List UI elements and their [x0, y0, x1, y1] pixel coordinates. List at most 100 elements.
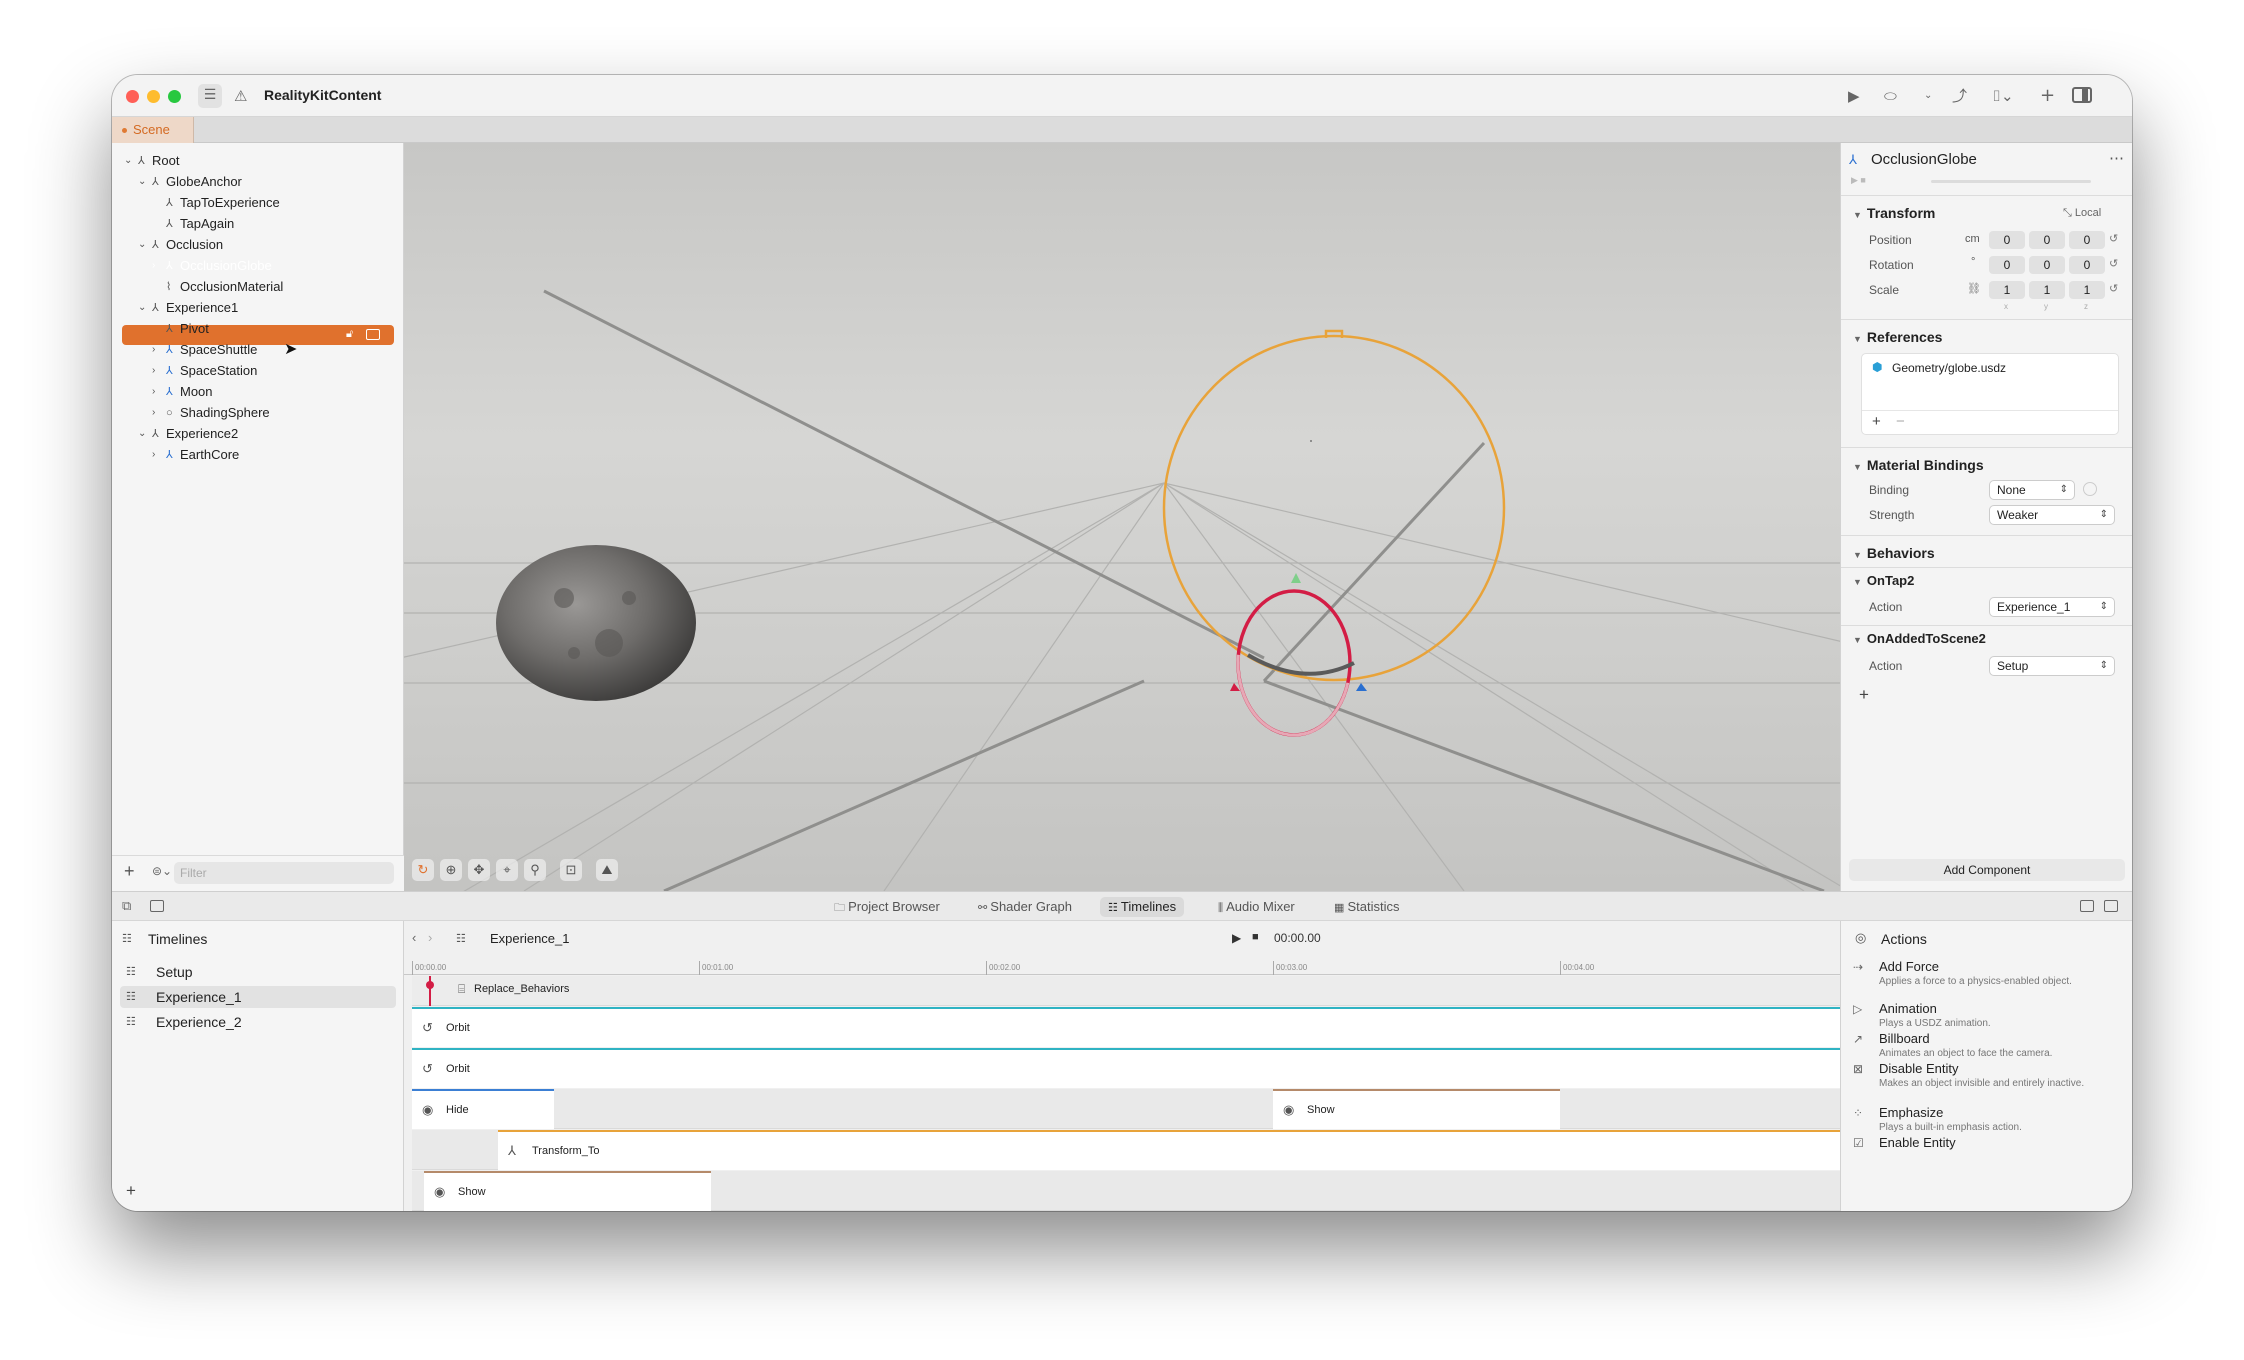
- behaviors-header[interactable]: ▼ Behaviors: [1853, 545, 1935, 561]
- playhead-knob[interactable]: [426, 981, 434, 989]
- chevron-down-icon[interactable]: ⌄: [138, 298, 146, 318]
- clip-label[interactable]: Replace_Behaviors: [474, 983, 569, 995]
- binding-info-icon[interactable]: [2083, 482, 2097, 496]
- zoom-tool-icon[interactable]: ⚲: [524, 859, 546, 881]
- timeline-list-item[interactable]: ☷ Experience_1: [120, 986, 396, 1008]
- sidebar-toggle-icon[interactable]: [150, 900, 164, 912]
- chevron-right-icon[interactable]: ›: [152, 382, 155, 402]
- tab-project-browser[interactable]: 🗀︎ Project Browser: [826, 897, 948, 917]
- y-axis-handle[interactable]: [1291, 573, 1301, 583]
- rotation-z-field[interactable]: 0: [2069, 256, 2105, 274]
- hierarchy-item[interactable]: › ⅄ EarthCore: [112, 445, 404, 465]
- camera-tool-icon[interactable]: ⊡: [560, 859, 582, 881]
- timeline-stop-icon[interactable]: ■: [1252, 931, 1259, 943]
- position-y-field[interactable]: 0: [2029, 231, 2065, 249]
- panel-layout-icon[interactable]: [2080, 900, 2094, 912]
- add-entity-button[interactable]: +: [124, 861, 135, 882]
- minimize-button[interactable]: [147, 90, 160, 103]
- action-item[interactable]: ⁘ Emphasize Plays a built-in emphasis acti…: [1853, 1105, 2119, 1134]
- hierarchy-item[interactable]: › ⅄ SpaceStation: [112, 361, 404, 381]
- reset-rotation-icon[interactable]: ↺: [2109, 257, 2118, 270]
- reset-scale-icon[interactable]: ↺: [2109, 282, 2118, 295]
- rotation-x-field[interactable]: 0: [1989, 256, 2025, 274]
- chevron-down-icon[interactable]: ⌄: [138, 424, 146, 444]
- moon-model[interactable]: [496, 545, 696, 701]
- ontap-action-select[interactable]: Experience_1 ⇕: [1989, 597, 2115, 617]
- show-clip[interactable]: ◉ Show: [1273, 1089, 1560, 1129]
- action-item[interactable]: ☑ Enable Entity: [1853, 1135, 2119, 1150]
- focus-tool-icon[interactable]: ⌖: [496, 859, 518, 881]
- add-timeline-button[interactable]: +: [126, 1181, 136, 1201]
- chevron-right-icon[interactable]: ›: [152, 361, 155, 381]
- preview-scrubber[interactable]: [1931, 180, 2091, 183]
- warning-icon[interactable]: ⚠: [234, 85, 247, 107]
- forward-icon[interactable]: ›: [428, 930, 432, 945]
- vision-pro-icon[interactable]: ⬭: [1884, 85, 1897, 107]
- x-axis-handle[interactable]: [1230, 683, 1240, 691]
- hierarchy-item[interactable]: ⅄ TapToExperience: [112, 193, 404, 213]
- chevron-right-icon[interactable]: ›: [152, 256, 155, 276]
- copy-icon[interactable]: ⧉: [122, 898, 131, 914]
- rotation-y-field[interactable]: 0: [2029, 256, 2065, 274]
- hide-clip[interactable]: ◉ Hide: [412, 1089, 554, 1129]
- tab-audio-mixer[interactable]: ⫼ Audio Mixer: [1210, 897, 1303, 917]
- chevron-right-icon[interactable]: ›: [152, 403, 155, 423]
- time-ruler[interactable]: 00:00.00 00:01.00 00:02.00 00:03.00 00:0…: [404, 961, 1840, 975]
- hierarchy-item[interactable]: ⌇ OcclusionMaterial: [112, 277, 404, 297]
- tab-timelines[interactable]: ☷ Timelines: [1100, 897, 1185, 917]
- orbit-tool-icon[interactable]: ↻: [412, 859, 434, 881]
- filter-options-icon[interactable]: ⊜⌄: [152, 864, 172, 878]
- hierarchy-item[interactable]: ⌄ ⅄ Occlusion: [112, 235, 404, 255]
- scale-x-field[interactable]: 1: [1989, 281, 2025, 299]
- tab-shader-graph[interactable]: ⚯ Shader Graph: [970, 897, 1080, 917]
- chevron-down-icon[interactable]: ⌄: [1924, 85, 1932, 107]
- remove-reference-button[interactable]: −: [1896, 413, 1905, 430]
- scale-y-field[interactable]: 1: [2029, 281, 2065, 299]
- show-clip[interactable]: ◉ Show: [424, 1171, 711, 1211]
- reset-position-icon[interactable]: ↺: [2109, 232, 2118, 245]
- hierarchy-item[interactable]: › ○ ShadingSphere: [112, 403, 404, 423]
- pan-tool-icon[interactable]: ⊕: [440, 859, 462, 881]
- position-x-field[interactable]: 0: [1989, 231, 2025, 249]
- references-header[interactable]: ▼ References: [1853, 329, 1942, 345]
- visibility-toggle-icon[interactable]: [366, 329, 380, 340]
- hierarchy-item[interactable]: › ⅄ SpaceShuttle: [112, 340, 404, 360]
- transform-header[interactable]: ▼ Transform: [1853, 205, 1935, 221]
- chevron-right-icon[interactable]: ›: [152, 340, 155, 360]
- hierarchy-item[interactable]: ⌄ ⅄ GlobeAnchor: [112, 172, 404, 192]
- share-icon[interactable]: ⤴: [1952, 85, 1967, 107]
- preview-play-icon[interactable]: ▶ ■: [1851, 175, 1866, 186]
- back-icon[interactable]: ‹: [412, 930, 416, 945]
- close-button[interactable]: [126, 90, 139, 103]
- plus-icon[interactable]: +: [2040, 85, 2055, 107]
- timeline-list-item[interactable]: ☷ Setup: [120, 961, 396, 983]
- add-reference-button[interactable]: +: [1872, 413, 1881, 430]
- hierarchy-item[interactable]: ⌄ ⅄ Experience1: [112, 298, 404, 318]
- chevron-down-icon[interactable]: ⌄: [124, 151, 132, 171]
- position-z-field[interactable]: 0: [2069, 231, 2105, 249]
- action-item[interactable]: ↗ Billboard Animates an object to face the…: [1853, 1031, 2119, 1060]
- 3d-viewport[interactable]: ↻ ⊕ ✥ ⌖ ⚲ ⊡ ⛰: [404, 143, 1840, 891]
- scale-z-field[interactable]: 1: [2069, 281, 2105, 299]
- z-axis-handle[interactable]: [1356, 683, 1367, 691]
- environment-tool-icon[interactable]: ⛰: [596, 859, 618, 881]
- action-item[interactable]: ⇢ Add Force Applies a force to a physics-e…: [1853, 959, 2119, 988]
- occlusion-globe-outline[interactable]: [1162, 329, 1506, 682]
- tab-scene[interactable]: Scene: [112, 117, 194, 143]
- timeline-list-item[interactable]: ☷ Experience_2: [120, 1011, 396, 1033]
- onadded-action-select[interactable]: Setup ⇕: [1989, 656, 2115, 676]
- add-behavior-button[interactable]: +: [1859, 685, 1869, 705]
- chevron-right-icon[interactable]: ›: [152, 445, 155, 465]
- hierarchy-item[interactable]: ⌄ ⅄ Root: [112, 151, 404, 171]
- bottom-panel-icon[interactable]: [2104, 900, 2118, 912]
- action-item[interactable]: ⊠ Disable Entity Makes an object invisible…: [1853, 1061, 2119, 1090]
- play-icon[interactable]: ▶: [1848, 85, 1860, 107]
- space-toggle[interactable]: ⤡ Local: [2063, 207, 2101, 220]
- filter-input[interactable]: Filter: [174, 862, 394, 884]
- orbit-clip[interactable]: ↺ Orbit: [412, 1048, 1840, 1088]
- lock-icon[interactable]: 🔓︎: [346, 328, 353, 341]
- behavior-ontap-header[interactable]: ▼ OnTap2: [1853, 573, 1914, 588]
- orbit-clip[interactable]: ↺ Orbit: [412, 1007, 1840, 1047]
- hierarchy-item[interactable]: ⅄ Pivot: [112, 319, 404, 339]
- hierarchy-item[interactable]: › ⅄ Moon: [112, 382, 404, 402]
